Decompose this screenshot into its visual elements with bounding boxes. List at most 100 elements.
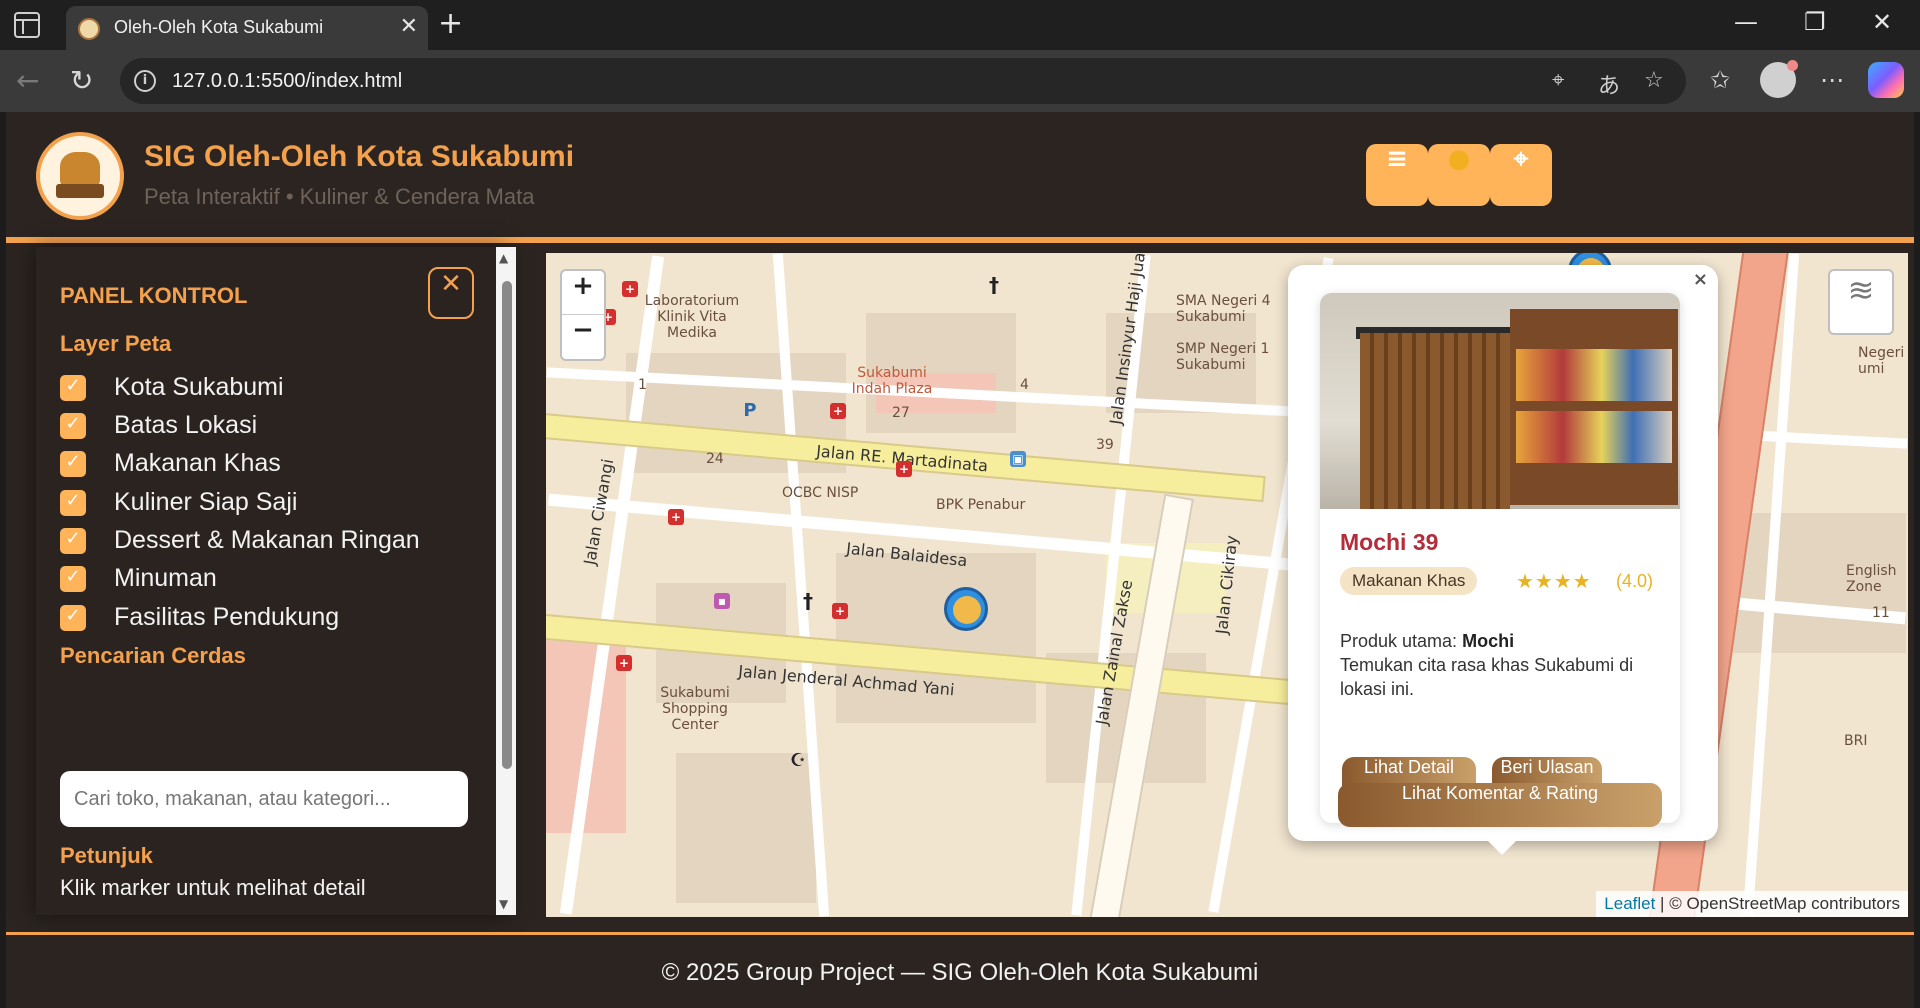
layer-toggle-minuman[interactable]: ✓ Minuman — [60, 562, 460, 598]
copilot-icon[interactable] — [1868, 62, 1904, 98]
tab-favicon-icon — [78, 18, 100, 40]
address-url[interactable]: 127.0.0.1:5500/index.html — [172, 70, 402, 93]
checkbox[interactable]: ✓ — [60, 605, 86, 631]
layer-label: Kota Sukabumi — [114, 373, 284, 401]
place-label: Laboratorium Klinik Vita Medika — [644, 293, 740, 341]
product-label: Produk utama: — [1340, 631, 1458, 651]
checkbox[interactable]: ✓ — [60, 490, 86, 516]
hospital-icon: + — [668, 509, 684, 525]
layer-label: Makanan Khas — [114, 449, 281, 477]
place-label: Sukabumi Shopping Center — [660, 685, 730, 733]
panel-scrollbar[interactable]: ▲ ▼ — [496, 247, 516, 915]
zoom-out-button[interactable]: − — [562, 315, 604, 359]
layer-label: Dessert & Makanan Ringan — [114, 526, 420, 554]
layer-toggle-makanan-khas[interactable]: ✓ Makanan Khas — [60, 447, 460, 483]
layer-toggle-fasilitas[interactable]: ✓ Fasilitas Pendukung — [60, 601, 460, 637]
browser-toolbar: ← ↻ i 127.0.0.1:5500/index.html ⌖ あ ☆ ✩ … — [0, 50, 1920, 112]
main-area: PANEL KONTROL ✕ Layer Peta ✓ Kota Sukabu… — [6, 240, 1914, 920]
place-label: BRI — [1844, 733, 1868, 749]
new-tab-icon[interactable]: + — [438, 6, 463, 41]
comments-button[interactable]: Lihat Komentar & Rating — [1338, 783, 1662, 827]
control-panel: PANEL KONTROL ✕ Layer Peta ✓ Kota Sukabu… — [36, 247, 506, 915]
hint-heading: Petunjuk — [60, 843, 153, 868]
back-icon[interactable]: ← — [16, 64, 39, 97]
layer-toggle-dessert[interactable]: ✓ Dessert & Makanan Ringan — [60, 524, 460, 560]
restore-icon[interactable]: ❐ — [1804, 8, 1826, 36]
category-badge: Makanan Khas — [1340, 567, 1478, 595]
layer-label: Minuman — [114, 564, 217, 592]
scroll-thumb[interactable] — [502, 281, 512, 769]
read-aloud-icon[interactable]: あ — [1598, 68, 1620, 100]
parking-icon: P — [743, 400, 757, 421]
layer-toggle-batas-lokasi[interactable]: ✓ Batas Lokasi — [60, 409, 460, 445]
leaflet-link[interactable]: Leaflet — [1604, 894, 1655, 913]
map-block — [676, 753, 816, 903]
layer-toggle-kota-sukabumi[interactable]: ✓ Kota Sukabumi — [60, 371, 460, 407]
favorites-icon[interactable]: ✩ — [1710, 66, 1730, 94]
layer-toggle-kuliner-siap-saji[interactable]: ✓ Kuliner Siap Saji — [60, 486, 460, 522]
address-bar[interactable]: i 127.0.0.1:5500/index.html ⌖ あ ☆ — [120, 58, 1686, 104]
hospital-icon: + — [616, 655, 632, 671]
map-canvas[interactable]: Jalan RE. Martadinata Jalan Balaidesa Ja… — [546, 253, 1908, 917]
checkbox[interactable]: ✓ — [60, 566, 86, 592]
locate-button[interactable]: ⌖ — [1490, 144, 1552, 206]
tab-close-icon[interactable]: ✕ — [400, 14, 418, 39]
search-heading: Pencarian Cerdas — [60, 643, 246, 668]
minimize-icon[interactable]: — — [1734, 8, 1758, 36]
panel-close-button[interactable]: ✕ — [428, 267, 474, 319]
site-subtitle: Peta Interaktif • Kuliner & Cendera Mata — [144, 184, 535, 209]
layer-label: Kuliner Siap Saji — [114, 488, 298, 516]
layers-icon[interactable]: ≋ — [1828, 269, 1894, 335]
scroll-up-icon[interactable]: ▲ — [499, 251, 508, 265]
rating-value: (4.0) — [1616, 571, 1654, 591]
shop-popup: × Mochi 39 Makanan Khas ★★★★ (4.0) Produ… — [1288, 265, 1718, 855]
place-label: English Zone — [1846, 563, 1897, 595]
checkbox[interactable]: ✓ — [60, 451, 86, 477]
window-close-icon[interactable]: ✕ — [1872, 8, 1892, 36]
rating-stars: ★★★★ — [1516, 569, 1592, 593]
profile-avatar[interactable] — [1760, 60, 1798, 98]
location-icon[interactable]: ⌖ — [1552, 68, 1564, 93]
place-label: SMP Negeri 1 Sukabumi — [1176, 341, 1270, 373]
shop-description: Produk utama: Mochi Temukan cita rasa kh… — [1340, 629, 1670, 701]
popup-close-button[interactable]: × — [1693, 269, 1708, 290]
mosque-icon: ☪ — [790, 750, 807, 771]
checkbox[interactable]: ✓ — [60, 413, 86, 439]
zoom-in-button[interactable]: + — [562, 271, 604, 315]
bus-stop-icon: ▣ — [1010, 451, 1026, 467]
theme-toggle-button[interactable]: ● — [1428, 144, 1490, 206]
site-footer: © 2025 Group Project — SIG Oleh-Oleh Kot… — [6, 932, 1914, 1008]
house-number: 27 — [892, 405, 910, 421]
place-label: Sukabumi Indah Plaza — [851, 365, 933, 397]
shop-photo — [1320, 293, 1680, 509]
place-label: OCBC NISP — [782, 485, 859, 501]
place-label: SMA Negeri 4 Sukabumi — [1176, 293, 1271, 325]
page: SIG Oleh-Oleh Kota Sukabumi Peta Interak… — [6, 112, 1914, 1008]
shop-name: Mochi 39 — [1340, 529, 1439, 555]
hospital-icon: + — [830, 403, 846, 419]
hint-text: Klik marker untuk melihat detail — [60, 875, 366, 900]
reload-icon[interactable]: ↻ — [70, 64, 93, 97]
browser-tab-bar: Oleh-Oleh Kota Sukabumi ✕ + — ❐ ✕ — [0, 0, 1920, 50]
checkbox[interactable]: ✓ — [60, 528, 86, 554]
place-label: Negeri umi — [1858, 345, 1905, 377]
favorite-star-icon[interactable]: ☆ — [1644, 68, 1664, 93]
osm-credit: | © OpenStreetMap contributors — [1655, 894, 1900, 913]
layer-label: Fasilitas Pendukung — [114, 603, 340, 631]
menu-button[interactable]: ≡ — [1366, 144, 1428, 206]
search-input[interactable] — [60, 771, 468, 827]
scroll-down-icon[interactable]: ▼ — [499, 897, 508, 911]
place-label: BPK Penabur — [936, 497, 1026, 513]
church-icon: † — [989, 273, 999, 297]
more-icon[interactable]: ⋯ — [1820, 66, 1844, 94]
browser-tab[interactable]: Oleh-Oleh Kota Sukabumi ✕ — [66, 6, 428, 50]
tab-actions-icon[interactable] — [14, 12, 40, 38]
shop-marker[interactable] — [944, 587, 988, 631]
site-info-icon[interactable]: i — [134, 70, 156, 92]
house-number: 1 — [638, 377, 647, 393]
footer-text: © 2025 Group Project — SIG Oleh-Oleh Kot… — [661, 959, 1259, 986]
layer-heading: Layer Peta — [60, 331, 172, 356]
popup-tip — [1488, 841, 1516, 855]
checkbox[interactable]: ✓ — [60, 375, 86, 401]
hospital-icon: + — [622, 281, 638, 297]
